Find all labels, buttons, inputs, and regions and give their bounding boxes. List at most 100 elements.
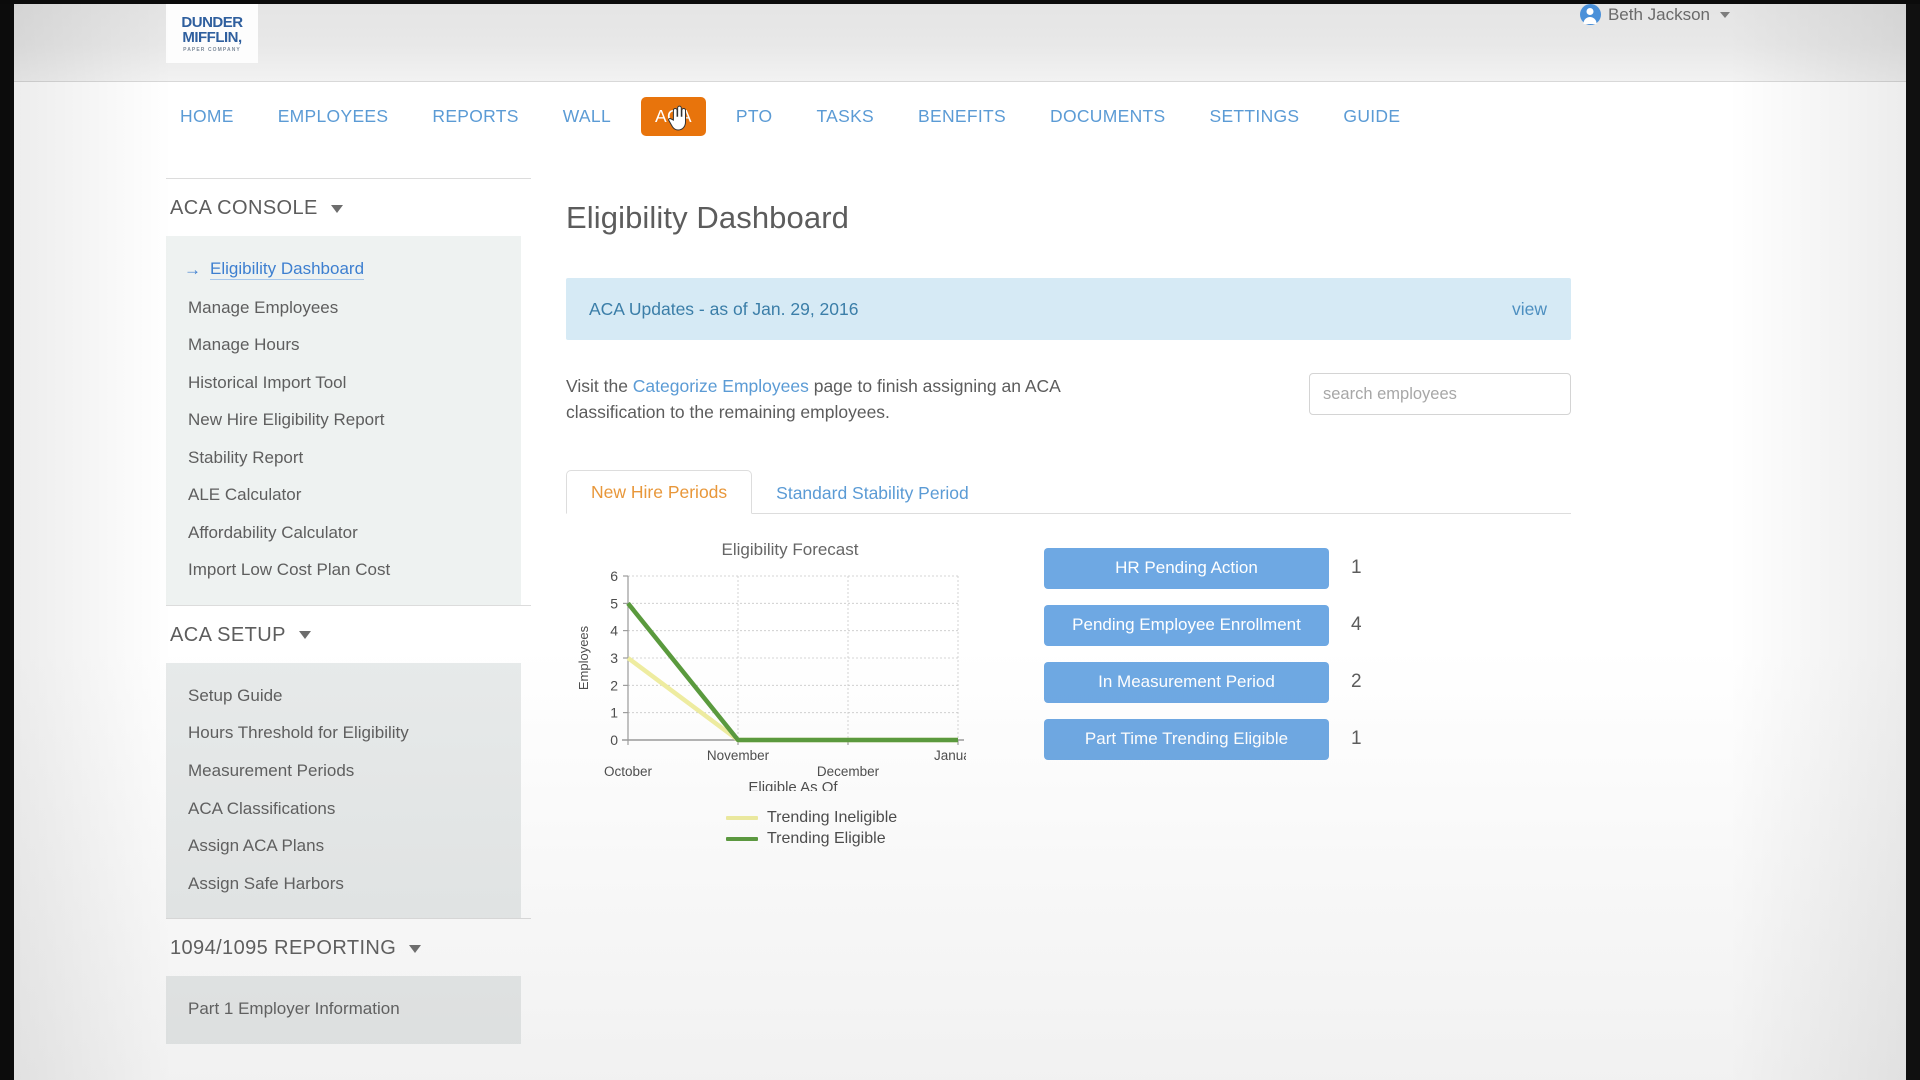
categorize-note: Visit the Categorize Employees page to f…	[566, 373, 1151, 426]
nav-item-reports[interactable]: REPORTS	[418, 97, 532, 136]
status-button-list: HR Pending Action 1 Pending Employee Enrol…	[1044, 540, 1362, 848]
status-button-pending-employee-enrollment[interactable]: Pending Employee Enrollment	[1044, 604, 1329, 646]
y-tick-label: 3	[610, 650, 618, 666]
chart-legend: Trending Ineligible Trending Eligible	[726, 809, 996, 848]
nav-item-list: HOME EMPLOYEES REPORTS WALL ACA PTO TASKS BENEF…	[166, 82, 1430, 150]
nav-item-label: ACA	[654, 105, 692, 126]
status-count: 4	[1351, 614, 1362, 635]
sidebar-item-setup-guide[interactable]: Setup Guide	[166, 677, 521, 715]
status-button-label: Pending Employee Enrollment	[1072, 615, 1301, 634]
nav-item-label: BENEFITS	[918, 105, 1006, 126]
sidebar-item-part-1-employer-information[interactable]: Part 1 Employer Information	[166, 990, 521, 1028]
status-button-label: Part Time Trending Eligible	[1084, 729, 1289, 748]
chevron-down-icon	[1720, 11, 1730, 18]
nav-item-label: EMPLOYEES	[277, 105, 389, 126]
sidebar-item-new-hire-eligibility-report[interactable]: New Hire Eligibility Report	[166, 401, 521, 439]
sidebar: ACA CONSOLE → Eligibility Dashboard Manage …	[166, 178, 531, 1044]
aca-updates-view-link[interactable]: view	[1512, 299, 1547, 320]
nav-item-settings[interactable]: SETTINGS	[1195, 97, 1313, 136]
sidebar-section-header-aca-setup[interactable]: ACA SETUP	[166, 606, 531, 663]
nav-item-tasks[interactable]: TASKS	[802, 97, 888, 136]
search-employees-input[interactable]	[1309, 373, 1571, 415]
sidebar-item-import-low-cost-plan-cost[interactable]: Import Low Cost Plan Cost	[166, 551, 521, 589]
status-button-hr-pending-action[interactable]: HR Pending Action	[1044, 547, 1329, 589]
status-button-label: HR Pending Action	[1115, 558, 1258, 577]
sidebar-item-historical-import-tool[interactable]: Historical Import Tool	[166, 364, 521, 402]
status-button-in-measurement-period[interactable]: In Measurement Period	[1044, 661, 1329, 703]
status-row: Pending Employee Enrollment 4	[1044, 604, 1362, 646]
nav-item-documents[interactable]: DOCUMENTS	[1036, 97, 1179, 136]
nav-item-employees[interactable]: EMPLOYEES	[264, 97, 403, 136]
aca-updates-text: ACA Updates - as of Jan. 29, 2016	[589, 298, 859, 319]
status-button-part-time-trending-eligible[interactable]: Part Time Trending Eligible	[1044, 718, 1329, 760]
status-button-label: In Measurement Period	[1098, 672, 1275, 691]
legend-entry: Trending Eligible	[726, 830, 996, 848]
tab-new-hire-periods[interactable]: New Hire Periods	[566, 469, 753, 514]
app-window: DUNDER MIFFLIN, PAPER COMPANY Beth Jacks…	[0, 0, 1920, 1080]
nav-item-benefits[interactable]: BENEFITS	[904, 97, 1020, 136]
categorize-employees-link[interactable]: Categorize Employees	[633, 376, 809, 396]
x-tick-label: January	[934, 748, 966, 763]
nav-item-guide[interactable]: GUIDE	[1329, 97, 1414, 136]
chart-title: Eligibility Forecast	[721, 539, 859, 559]
sidebar-item-label: Part 1 Employer Information	[188, 999, 400, 1019]
chevron-down-icon	[298, 631, 311, 640]
sidebar-section-header-1094-1095-reporting[interactable]: 1094/1095 REPORTING	[166, 919, 531, 976]
screen-edge-left	[0, 0, 14, 1080]
nav-item-label: SETTINGS	[1209, 105, 1300, 126]
sidebar-section-header-aca-console[interactable]: ACA CONSOLE	[166, 179, 531, 236]
nav-item-label: TASKS	[816, 105, 875, 126]
legend-swatch	[726, 815, 758, 820]
tab-bar: New Hire Periods Standard Stability Perio…	[566, 468, 1571, 514]
legend-swatch	[726, 836, 758, 841]
logo-subtitle: PAPER COMPANY	[183, 46, 241, 53]
x-tick-label: October	[604, 764, 653, 779]
sidebar-item-affordability-calculator[interactable]: Affordability Calculator	[166, 514, 521, 552]
sidebar-item-stability-report[interactable]: Stability Report	[166, 439, 521, 477]
sidebar-item-label: ALE Calculator	[188, 485, 302, 505]
sidebar-item-label: Manage Hours	[188, 335, 300, 355]
sidebar-item-hours-threshold-for-eligibility[interactable]: Hours Threshold for Eligibility	[166, 714, 521, 752]
y-tick-label: 2	[610, 677, 618, 693]
chevron-down-icon	[330, 204, 343, 213]
sidebar-item-eligibility-dashboard[interactable]: → Eligibility Dashboard	[166, 250, 521, 289]
sidebar-section-list: Setup Guide Hours Threshold for Eligibili…	[166, 662, 521, 919]
sidebar-item-label: Manage Employees	[188, 297, 339, 317]
main-content: Eligibility Dashboard ACA Updates - as o…	[566, 200, 1676, 848]
series-line-trending-ineligible	[626, 655, 958, 742]
screen-edge-right	[1906, 0, 1920, 1080]
nav-item-label: GUIDE	[1343, 105, 1401, 126]
logo-line-1: DUNDER	[181, 13, 243, 31]
nav-item-label: DOCUMENTS	[1050, 105, 1166, 126]
x-axis-label: Eligible As Of	[748, 779, 838, 791]
sidebar-item-assign-safe-harbors[interactable]: Assign Safe Harbors	[166, 865, 521, 903]
nav-item-home[interactable]: HOME	[166, 97, 248, 136]
sidebar-section-list: → Eligibility Dashboard Manage Employees Ma…	[166, 236, 521, 605]
y-tick-label: 4	[610, 622, 618, 638]
nav-item-label: WALL	[562, 105, 611, 126]
legend-label: Trending Ineligible	[767, 808, 898, 826]
company-logo[interactable]: DUNDER MIFFLIN, PAPER COMPANY	[166, 0, 258, 63]
sidebar-item-manage-hours[interactable]: Manage Hours	[166, 326, 521, 364]
sidebar-item-label: Eligibility Dashboard	[210, 259, 365, 280]
tab-label: New Hire Periods	[591, 481, 728, 502]
tab-label: Standard Stability Period	[776, 482, 969, 503]
user-menu[interactable]: Beth Jackson	[1579, 4, 1730, 25]
sidebar-item-aca-classifications[interactable]: ACA Classifications	[166, 790, 521, 828]
nav-item-label: HOME	[180, 105, 234, 126]
nav-item-aca[interactable]: ACA	[640, 96, 706, 136]
x-tick-label: November	[707, 748, 770, 763]
eligibility-forecast-chart: Eligibility Forecast 0 1 2 3 4 5 6 October Novem…	[566, 540, 996, 848]
nav-item-label: REPORTS	[432, 105, 519, 126]
tab-standard-stability-period[interactable]: Standard Stability Period	[752, 472, 993, 514]
sidebar-item-measurement-periods[interactable]: Measurement Periods	[166, 752, 521, 790]
user-avatar-icon	[1579, 4, 1601, 25]
x-tick-label: December	[817, 764, 880, 779]
aca-updates-banner: ACA Updates - as of Jan. 29, 2016 view	[566, 278, 1571, 340]
sidebar-item-label: Assign Safe Harbors	[188, 873, 344, 893]
sidebar-item-ale-calculator[interactable]: ALE Calculator	[166, 476, 521, 514]
nav-item-wall[interactable]: WALL	[549, 97, 625, 136]
sidebar-item-assign-aca-plans[interactable]: Assign ACA Plans	[166, 827, 521, 865]
nav-item-pto[interactable]: PTO	[722, 97, 787, 136]
sidebar-item-manage-employees[interactable]: Manage Employees	[166, 289, 521, 327]
